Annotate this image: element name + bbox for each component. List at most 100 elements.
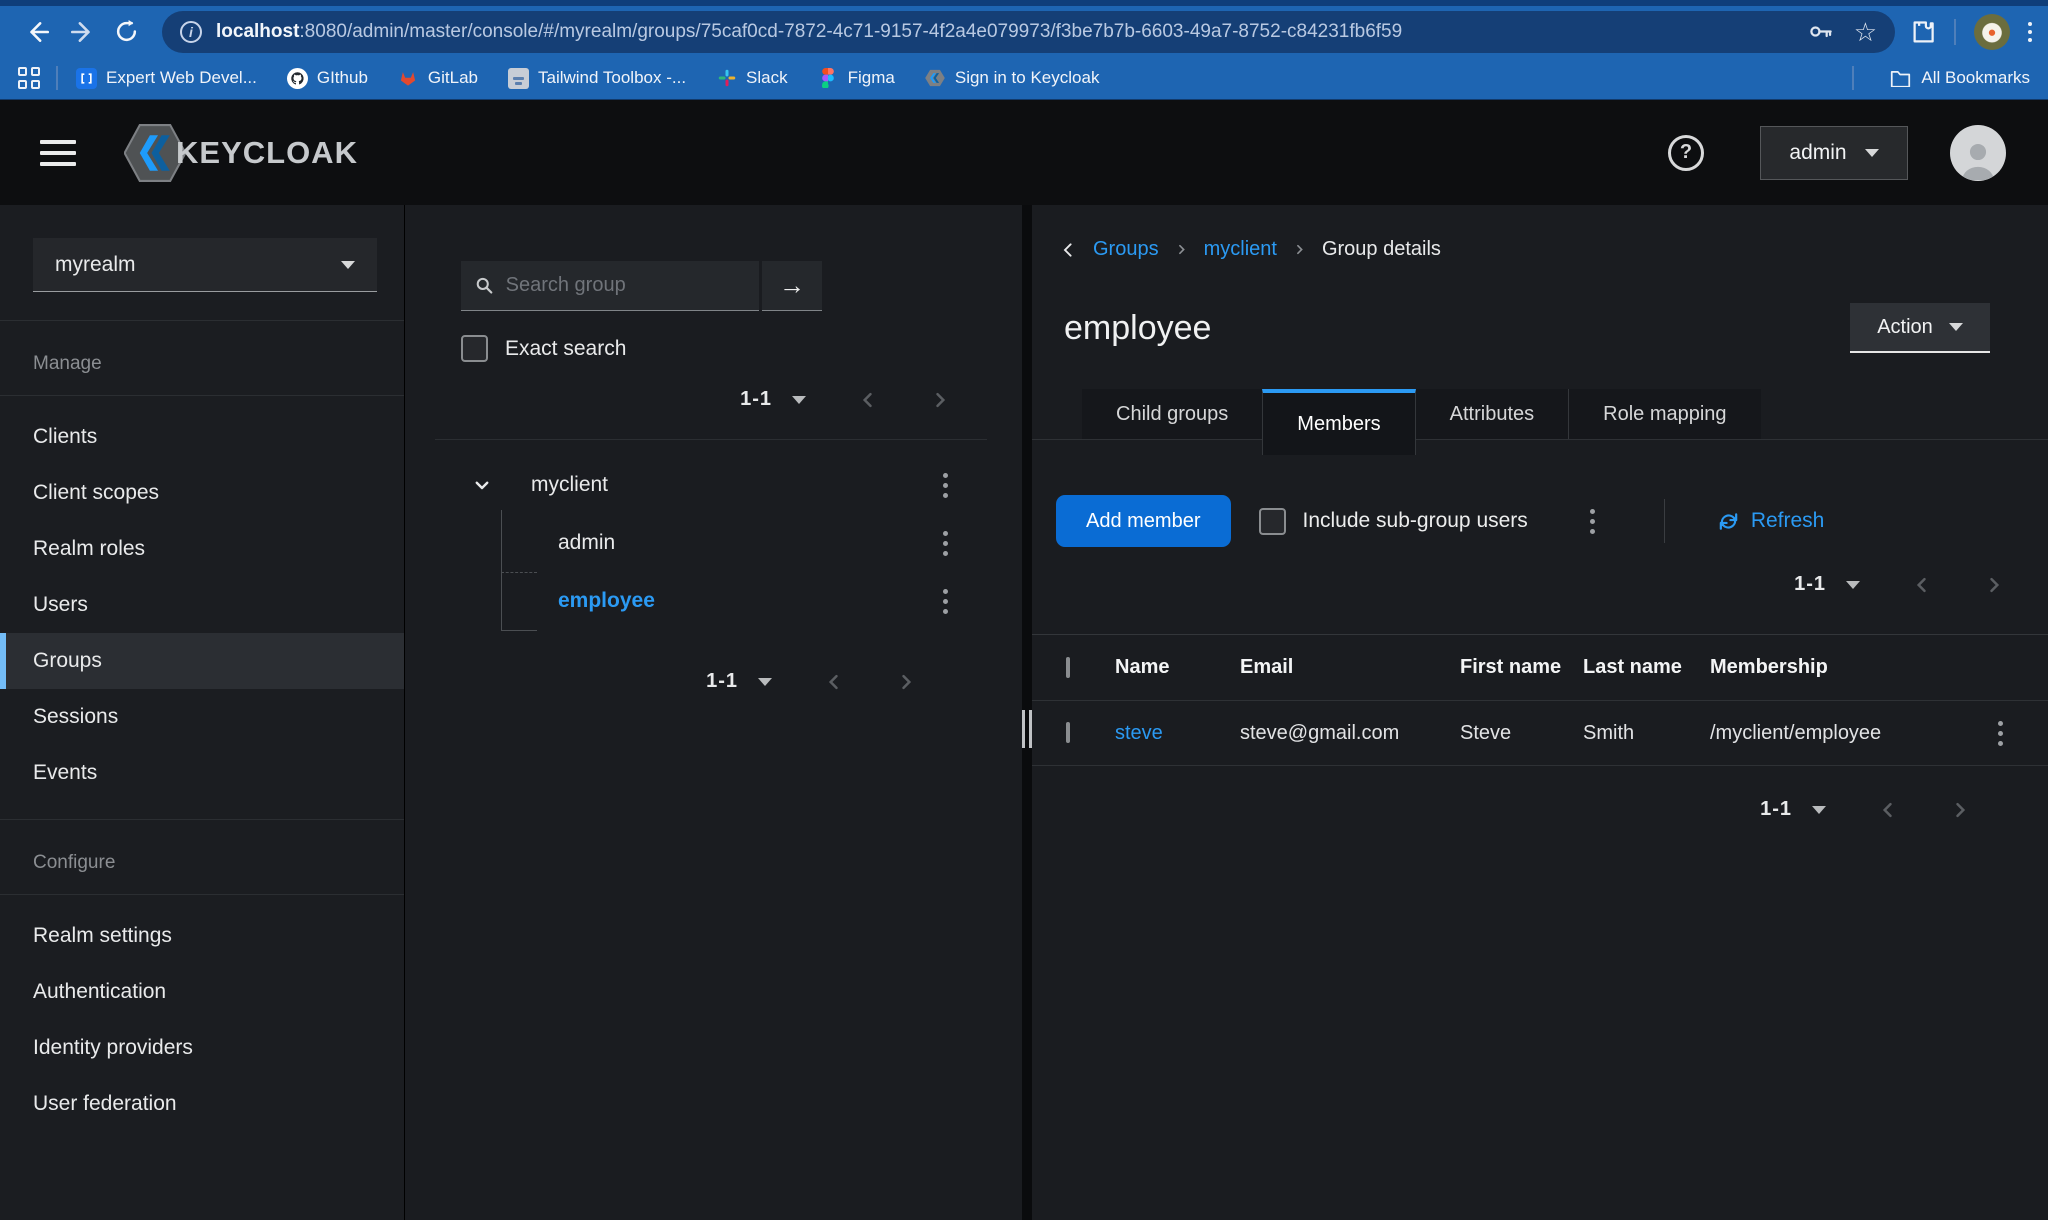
sidebar-item-identity-providers[interactable]: Identity providers	[0, 1020, 404, 1076]
sidebar-item-realm-roles[interactable]: Realm roles	[0, 521, 404, 577]
sidebar-item-authentication[interactable]: Authentication	[0, 964, 404, 1020]
column-header-email: Email	[1240, 656, 1460, 679]
bookmark-figma[interactable]: Figma	[818, 68, 895, 89]
bookmark-github[interactable]: GIthub	[287, 68, 368, 89]
user-menu-dropdown[interactable]: admin	[1760, 126, 1908, 180]
github-icon	[287, 68, 308, 89]
bookmark-star-icon[interactable]: ☆	[1854, 19, 1877, 45]
site-info-icon[interactable]: i	[180, 21, 202, 43]
breadcrumb-link-groups[interactable]: Groups	[1093, 238, 1159, 261]
sidebar-item-client-scopes[interactable]: Client scopes	[0, 465, 404, 521]
url-bar[interactable]: i localhost:8080/admin/master/console/#/…	[162, 11, 1895, 53]
member-last-name: Smith	[1583, 722, 1710, 745]
add-member-button[interactable]: Add member	[1056, 495, 1231, 547]
brand-text: KEYCLOAK	[176, 135, 358, 171]
exact-search-checkbox[interactable]	[461, 335, 488, 362]
arrow-right-icon	[69, 19, 95, 45]
kebab-menu-icon[interactable]	[930, 589, 960, 614]
user-avatar[interactable]	[1950, 125, 2006, 181]
bookmark-expert-web[interactable]: Expert Web Devel...	[76, 68, 257, 89]
chevron-right-icon[interactable]	[896, 672, 916, 692]
tab-child-groups[interactable]: Child groups	[1082, 389, 1262, 439]
extensions-icon[interactable]	[1909, 18, 1936, 45]
password-key-icon[interactable]	[1807, 18, 1834, 45]
bookmark-gitlab[interactable]: GitLab	[398, 68, 478, 89]
pagination-menu-toggle-icon[interactable]	[758, 678, 772, 686]
chevron-right-icon[interactable]	[1950, 800, 1970, 820]
kebab-menu-icon[interactable]	[1578, 509, 1608, 534]
pagination-range: 1-1	[1794, 573, 1826, 596]
member-name-link[interactable]: steve	[1115, 722, 1240, 745]
back-button[interactable]	[16, 10, 60, 54]
browser-menu-icon[interactable]	[2028, 22, 2032, 42]
group-search-submit-button[interactable]: →	[762, 261, 822, 311]
reload-button[interactable]	[104, 10, 148, 54]
realm-selector[interactable]: myrealm	[33, 238, 377, 292]
user-menu-label: admin	[1789, 141, 1846, 165]
browser-profile-avatar[interactable]	[1974, 14, 2010, 50]
tab-attributes[interactable]: Attributes	[1416, 389, 1568, 439]
bookmark-tailwind[interactable]: Tailwind Toolbox -...	[508, 68, 686, 89]
tab-members[interactable]: Members	[1262, 389, 1415, 455]
forward-button[interactable]	[60, 10, 104, 54]
bookmarks-separator-right	[1852, 66, 1854, 90]
nav-toggle-hamburger-icon[interactable]	[40, 140, 76, 166]
help-icon[interactable]: ?	[1668, 135, 1704, 171]
apps-grid-icon[interactable]	[18, 67, 40, 89]
all-bookmarks-button[interactable]: All Bookmarks	[1890, 68, 2030, 88]
chevron-right-icon[interactable]	[930, 390, 950, 410]
kebab-menu-icon[interactable]	[930, 531, 960, 556]
chevron-right-icon[interactable]	[1984, 575, 2004, 595]
pagination-menu-toggle-icon[interactable]	[1846, 581, 1860, 589]
pagination-range: 1-1	[706, 670, 738, 693]
members-pagination-bottom: 1-1	[1032, 798, 1970, 821]
breadcrumb-back-chevron-icon[interactable]	[1060, 239, 1077, 261]
slack-icon	[716, 68, 737, 89]
tree-expand-chevron-icon[interactable]	[467, 476, 497, 494]
sidebar-item-groups[interactable]: Groups	[0, 633, 404, 689]
sidebar-item-clients[interactable]: Clients	[0, 409, 404, 465]
tree-row-admin[interactable]: admin	[405, 514, 1022, 572]
sidebar-item-events[interactable]: Events	[0, 745, 404, 801]
keycloak-logo[interactable]: KEYCLOAK	[124, 120, 358, 186]
row-kebab-menu-icon[interactable]	[1986, 721, 2016, 746]
tree-row-employee[interactable]: employee	[405, 572, 1022, 630]
panel-resize-gutter[interactable]	[1022, 205, 1032, 1220]
include-subgroup-users-checkbox[interactable]	[1259, 508, 1286, 535]
toolbar-separator	[1954, 19, 1956, 45]
sidebar-item-sessions[interactable]: Sessions	[0, 689, 404, 745]
refresh-label: Refresh	[1751, 509, 1825, 533]
drag-handle-icon[interactable]	[1022, 710, 1032, 748]
screen: i localhost:8080/admin/master/console/#/…	[0, 0, 2048, 1220]
tab-role-mapping[interactable]: Role mapping	[1568, 389, 1760, 439]
refresh-button[interactable]: Refresh	[1717, 509, 1825, 533]
chevron-left-icon[interactable]	[824, 672, 844, 692]
page-title: employee	[1064, 309, 1211, 348]
chevron-left-icon[interactable]	[858, 390, 878, 410]
select-all-checkbox[interactable]	[1066, 657, 1070, 678]
sidebar-item-user-federation[interactable]: User federation	[0, 1076, 404, 1132]
chevron-left-icon[interactable]	[1912, 575, 1932, 595]
pagination-menu-toggle-icon[interactable]	[1812, 806, 1826, 814]
sidebar-item-users[interactable]: Users	[0, 577, 404, 633]
refresh-icon	[1717, 510, 1740, 533]
tree-row-myclient[interactable]: myclient	[405, 456, 1022, 514]
bookmark-keycloak[interactable]: Sign in to Keycloak	[925, 68, 1100, 89]
kebab-menu-icon[interactable]	[930, 473, 960, 498]
tree-item-label-selected[interactable]: employee	[558, 589, 655, 613]
sidebar-item-realm-settings[interactable]: Realm settings	[0, 908, 404, 964]
include-subgroup-users-label: Include sub-group users	[1303, 509, 1528, 533]
tree-item-label[interactable]: admin	[558, 531, 615, 555]
pagination-menu-toggle-icon[interactable]	[792, 396, 806, 404]
group-search-input[interactable]	[506, 274, 745, 297]
reload-icon	[114, 19, 139, 44]
pagination-range: 1-1	[740, 388, 772, 411]
tree-item-label[interactable]: myclient	[531, 473, 608, 497]
row-checkbox[interactable]	[1066, 722, 1070, 743]
action-dropdown-button[interactable]: Action	[1850, 303, 1990, 353]
folder-icon	[1890, 69, 1911, 87]
members-toolbar: Add member Include sub-group users Refre…	[1056, 495, 2048, 547]
breadcrumb-link-myclient[interactable]: myclient	[1204, 238, 1277, 261]
bookmark-slack[interactable]: Slack	[716, 68, 788, 89]
chevron-left-icon[interactable]	[1878, 800, 1898, 820]
